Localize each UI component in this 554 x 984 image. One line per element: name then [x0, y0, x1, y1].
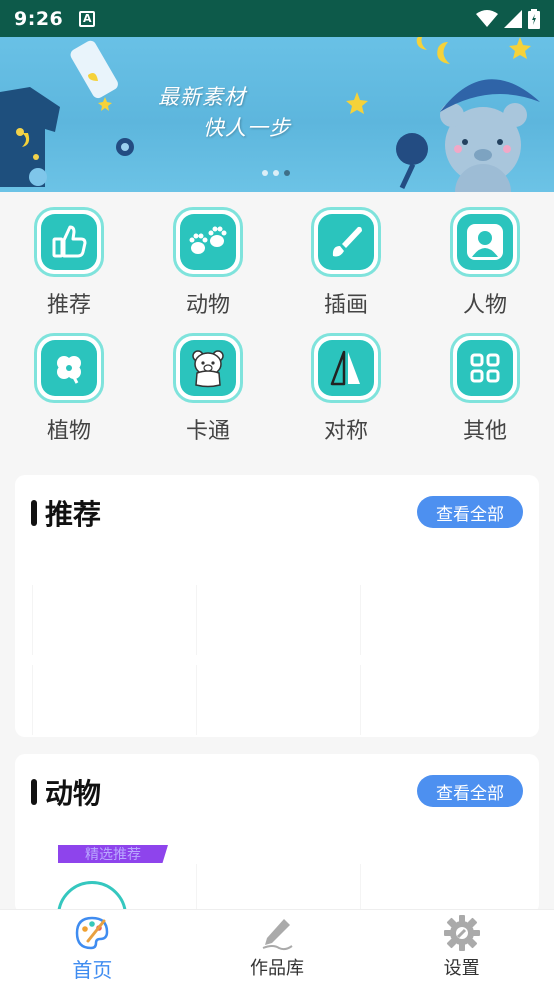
category-symmetry[interactable]: 对称 — [296, 333, 396, 445]
promo-banner[interactable]: 最新素材 快人一步 — [0, 37, 554, 192]
status-time: 9:26 — [14, 7, 64, 30]
thumbnail-placeholder[interactable] — [196, 864, 346, 914]
category-illustration[interactable]: 插画 — [296, 207, 396, 319]
pager-dot[interactable] — [262, 170, 268, 176]
category-label: 推荐 — [46, 293, 91, 318]
category-label: 人物 — [462, 293, 507, 318]
grid-icon — [470, 353, 500, 383]
category-label: 其他 — [462, 419, 507, 444]
category-other[interactable]: 其他 — [435, 333, 535, 445]
palette-icon — [76, 916, 109, 950]
section-animal: 动物 查看全部 精选推荐 — [15, 754, 539, 914]
nav-label: 设置 — [443, 958, 480, 979]
nav-home[interactable]: 首页 — [0, 910, 185, 984]
pager-dot-active[interactable] — [284, 170, 290, 176]
category-label: 动物 — [185, 293, 230, 318]
pager-dot[interactable] — [273, 170, 279, 176]
triangle-icon — [330, 350, 360, 386]
gear-icon — [443, 915, 480, 951]
section-recommend: 推荐 查看全部 — [15, 475, 539, 737]
category-label: 对称 — [323, 419, 368, 444]
featured-badge: 精选推荐 — [58, 845, 168, 863]
section-header: 推荐 — [31, 493, 101, 533]
section-title-bar — [31, 500, 37, 526]
banner-headline: 最新素材 — [158, 85, 246, 109]
cartoon-bear-icon — [192, 350, 224, 388]
clover-icon — [57, 356, 81, 384]
thumbs-up-icon — [52, 225, 87, 258]
thumbnail-placeholder[interactable] — [196, 585, 346, 655]
section-title-bar — [31, 779, 37, 805]
banner-pager — [262, 170, 290, 176]
status-bar: 9:26 A — [0, 0, 554, 37]
battery-icon — [528, 8, 540, 29]
thumbnail-placeholder[interactable] — [196, 665, 346, 735]
wifi-icon — [476, 9, 498, 27]
status-icons — [476, 8, 540, 29]
nav-label: 首页 — [72, 958, 113, 982]
thumbnail-placeholder[interactable] — [32, 585, 182, 655]
signal-icon — [504, 9, 522, 28]
category-label: 插画 — [323, 293, 368, 318]
category-animal[interactable]: 动物 — [158, 207, 258, 319]
thumbnail-placeholder[interactable] — [360, 665, 510, 735]
thumbnail-placeholder[interactable] — [32, 665, 182, 735]
brush-icon — [332, 226, 362, 257]
nav-label: 作品库 — [250, 958, 304, 979]
thumbnail-placeholder[interactable] — [360, 864, 510, 914]
person-icon — [467, 224, 503, 260]
view-all-button[interactable]: 查看全部 — [417, 496, 523, 528]
category-cartoon[interactable]: 卡通 — [158, 333, 258, 445]
nav-works[interactable]: 作品库 — [185, 910, 370, 984]
section-title: 推荐 — [45, 498, 102, 531]
category-plant[interactable]: 植物 — [19, 333, 119, 445]
category-people[interactable]: 人物 — [435, 207, 535, 319]
category-label: 植物 — [46, 419, 91, 444]
bottom-nav: 首页 作品库 设置 — [0, 909, 554, 984]
thumbnail-placeholder[interactable] — [360, 585, 510, 655]
nav-settings[interactable]: 设置 — [369, 910, 554, 984]
notification-icon: A — [79, 10, 96, 27]
paw-icon — [189, 226, 227, 254]
section-header: 动物 — [31, 772, 101, 812]
view-all-button[interactable]: 查看全部 — [417, 775, 523, 807]
category-recommend[interactable]: 推荐 — [19, 207, 119, 319]
category-label: 卡通 — [185, 419, 230, 444]
section-title: 动物 — [45, 777, 102, 810]
pencil-icon — [262, 919, 293, 951]
banner-subline: 快人一步 — [203, 116, 291, 140]
